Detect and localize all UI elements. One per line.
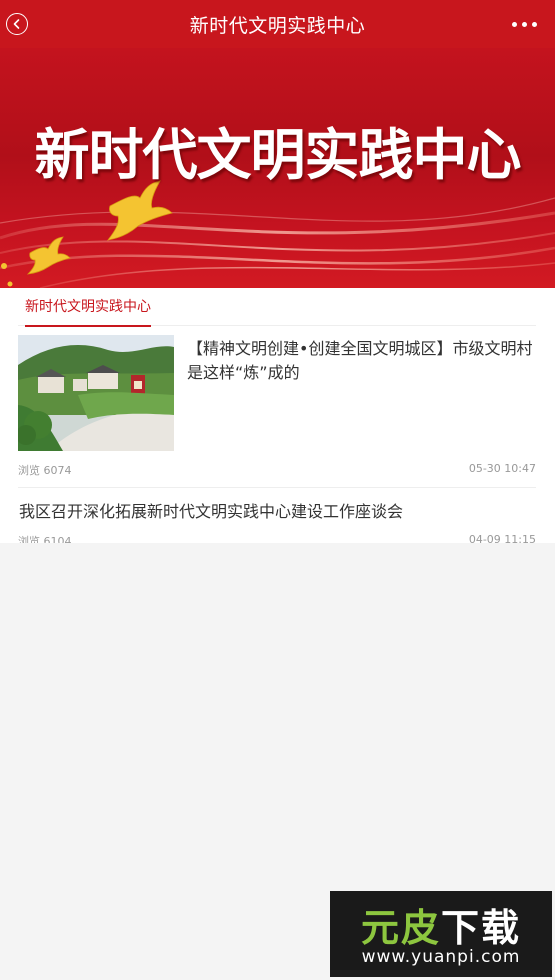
back-arrow-icon — [13, 19, 20, 29]
article-date: 05-30 10:47 — [468, 462, 536, 475]
banner[interactable]: 新时代文明实践中心 — [0, 48, 555, 288]
tab-bar: 新时代文明实践中心 — [18, 288, 536, 327]
more-dot-icon — [512, 21, 517, 27]
watermark-title: 元皮下载 — [330, 897, 552, 952]
watermark-logo: 元皮下载 www.yuanpi.com — [330, 891, 552, 977]
tab-new-era-civilization-center[interactable]: 新时代文明实践中心 — [25, 296, 151, 327]
watermark-text-part2: 下载 — [441, 906, 522, 950]
top-bar: 新时代文明实践中心 — [0, 0, 555, 48]
list-item[interactable]: 【精神文明创建•创建全国文明城区】市级文明村是这样“炼”成的 浏览 6074 0… — [18, 335, 536, 488]
watermark-text-part1: 元皮 — [360, 906, 441, 950]
more-dot-icon — [532, 21, 537, 27]
article-title[interactable]: 【精神文明创建•创建全国文明城区】市级文明村是这样“炼”成的 — [187, 337, 537, 385]
banner-title: 新时代文明实践中心 — [34, 123, 521, 187]
article-thumbnail[interactable] — [18, 335, 174, 451]
article-views: 浏览 6074 — [18, 464, 72, 477]
more-dot-icon — [522, 21, 527, 27]
article-title[interactable]: 我区召开深化拓展新时代文明实践中心建设工作座谈会 — [19, 498, 403, 522]
back-button[interactable] — [6, 13, 28, 35]
watermark-url: www.yuanpi.com — [361, 947, 521, 967]
page-title: 新时代文明实践中心 — [189, 14, 366, 37]
more-options-button[interactable] — [512, 14, 537, 34]
article-list-panel: 新时代文明实践中心 【精神文明创建•创建全国文明城区】市级文明村是这样“炼”成的… — [0, 288, 555, 548]
